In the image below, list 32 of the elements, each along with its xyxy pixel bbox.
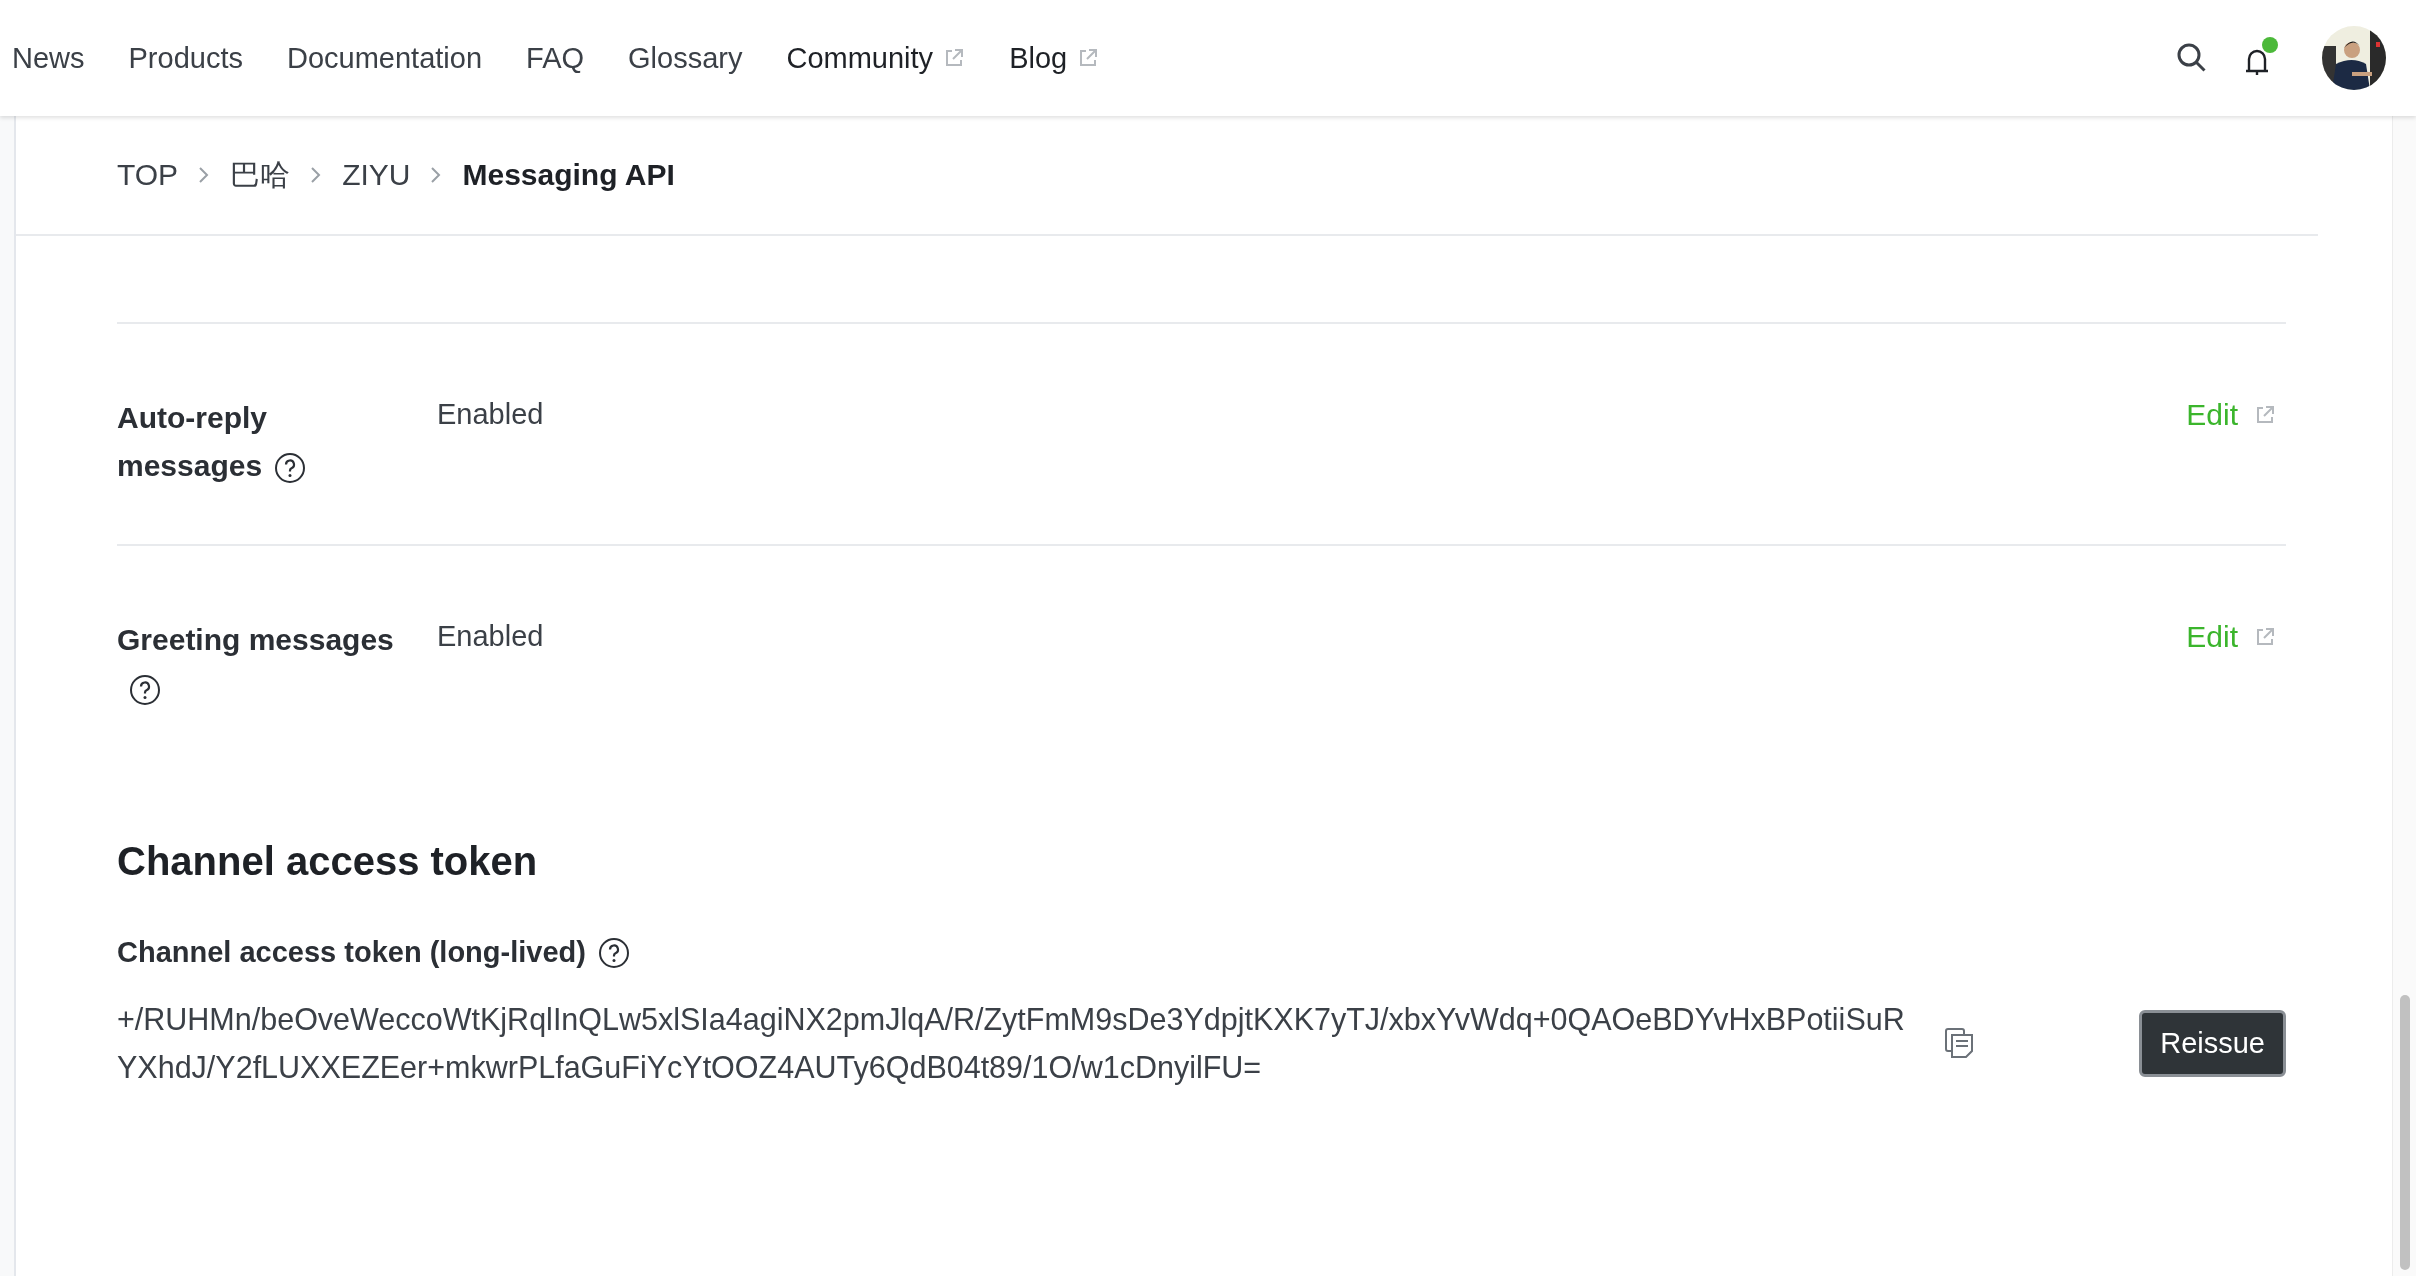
help-icon[interactable] [129,674,161,707]
nav-link[interactable]: Documentation [286,41,483,75]
reissue-button[interactable]: Reissue [2139,1009,2286,1077]
setting-label: Greeting messages [117,623,394,656]
breadcrumb-link[interactable]: Messaging API [462,158,675,192]
nav-link[interactable]: News [12,41,85,75]
nav-link[interactable]: Products [128,41,243,75]
nav-link[interactable]: Community [786,41,966,75]
search-button[interactable] [2176,42,2208,74]
breadcrumb-link[interactable]: ZIYU [342,158,411,192]
breadcrumb-link[interactable]: 巴哈 [230,154,291,196]
external-link-icon [943,47,966,69]
setting-value: Enabled [437,397,545,432]
section-heading: Channel access token [117,839,539,884]
chevron-right-icon [310,165,323,185]
external-link-icon [2254,626,2276,648]
help-icon[interactable] [274,452,307,485]
breadcrumb-link[interactable]: TOP [117,158,179,192]
help-icon[interactable] [597,936,630,969]
external-link-icon [1077,47,1100,69]
setting-value: Enabled [437,619,545,654]
nav-link[interactable]: Glossary [628,41,743,75]
chevron-right-icon [198,165,211,185]
chevron-right-icon [430,165,443,185]
external-link-icon [2254,404,2276,426]
access-token: +/RUHMn/beOveWeccoWtKjRqlInQLw5xlSIa4agiNX2pmJlqA/R/ZytFmM9sDe3YdpjtKXK7yTJ/xbxYvWdq+0QAOeBDYvHxBPotiiSuRYXhdJ/Y2fLUXXEZEer+mkwrPLfaGuFiYcYtOOZ4AUTy6QdB04t89/1O/w1cDnyilFU= [117,1001,1906,1087]
nav-link[interactable]: Blog [1009,41,1100,75]
copy-icon[interactable] [1944,1027,1974,1059]
scrollbar-thumb[interactable] [2399,995,2410,1270]
field-label: Channel access token (long-lived) [117,936,586,969]
nav-link[interactable]: FAQ [526,41,585,75]
setting-label: Auto-reply messages [117,401,267,482]
